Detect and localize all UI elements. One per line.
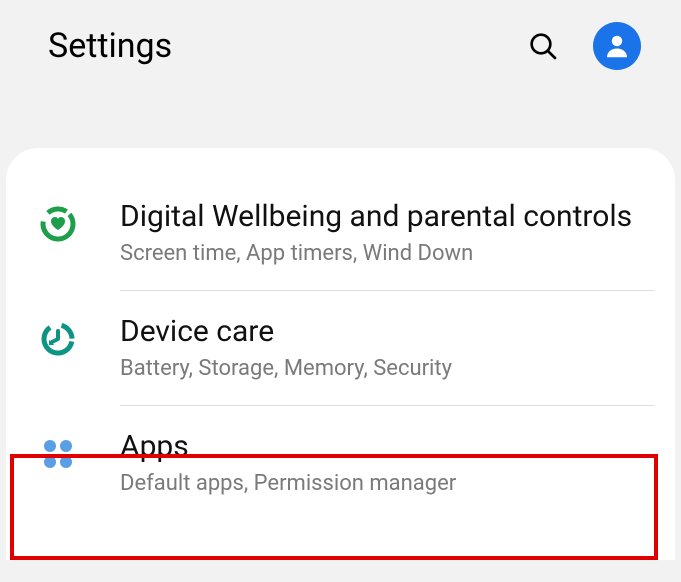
settings-item-subtitle: Screen time, App timers, Wind Down bbox=[120, 240, 645, 269]
person-icon bbox=[602, 31, 632, 61]
settings-item-subtitle: Default apps, Permission manager bbox=[120, 470, 645, 499]
settings-item-text: Device care Battery, Storage, Memory, Se… bbox=[120, 313, 645, 383]
device-care-icon bbox=[36, 317, 80, 361]
settings-item-title: Apps bbox=[120, 428, 645, 466]
search-button[interactable] bbox=[523, 26, 563, 66]
header: Settings bbox=[0, 0, 681, 80]
wellbeing-icon bbox=[36, 202, 80, 246]
apps-icon bbox=[36, 432, 80, 476]
settings-item-title: Device care bbox=[120, 313, 645, 351]
settings-item-title: Digital Wellbeing and parental controls bbox=[120, 198, 645, 236]
account-avatar[interactable] bbox=[593, 22, 641, 70]
settings-panel: Digital Wellbeing and parental controls … bbox=[6, 148, 675, 560]
settings-item-subtitle: Battery, Storage, Memory, Security bbox=[120, 355, 645, 384]
settings-item-apps[interactable]: Apps Default apps, Permission manager bbox=[6, 406, 675, 520]
settings-item-text: Digital Wellbeing and parental controls … bbox=[120, 198, 645, 268]
settings-item-device-care[interactable]: Device care Battery, Storage, Memory, Se… bbox=[6, 291, 675, 405]
search-icon bbox=[527, 30, 559, 62]
page-title: Settings bbox=[48, 26, 511, 66]
settings-item-text: Apps Default apps, Permission manager bbox=[120, 428, 645, 498]
settings-item-digital-wellbeing[interactable]: Digital Wellbeing and parental controls … bbox=[6, 176, 675, 290]
